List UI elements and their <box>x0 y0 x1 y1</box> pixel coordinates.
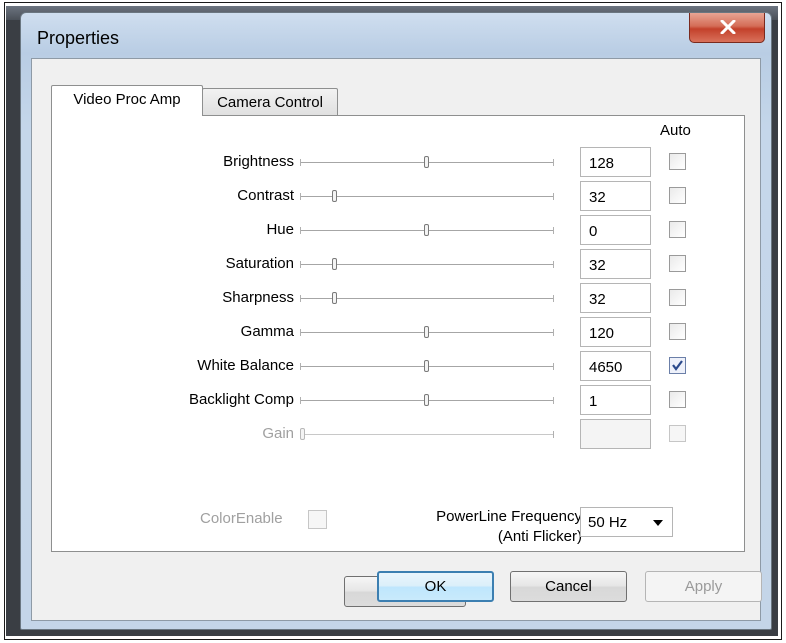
brightness-slider[interactable] <box>300 156 554 168</box>
window-title: Properties <box>37 28 120 48</box>
gain-label: Gain <box>262 425 294 442</box>
dialog-client-area: Video Proc Amp Camera Control Auto Brigh… <box>31 58 762 621</box>
white-balance-auto-checkbox[interactable] <box>669 357 686 374</box>
slider-tick <box>553 329 554 336</box>
hue-label: Hue <box>266 221 294 238</box>
backlight-comp-auto-checkbox[interactable] <box>669 391 686 408</box>
colorenable-label: ColorEnable <box>200 510 283 527</box>
slider-tick <box>553 261 554 268</box>
close-button[interactable] <box>689 13 765 43</box>
saturation-label: Saturation <box>225 255 294 272</box>
slider-tick <box>300 261 301 268</box>
checkmark-icon <box>672 360 683 371</box>
backlight-comp-label: Backlight Comp <box>188 391 294 408</box>
gamma-slider-thumb[interactable] <box>424 326 429 338</box>
gain-auto-checkbox[interactable] <box>669 425 686 442</box>
hue-value-field[interactable]: 0 <box>580 215 651 245</box>
slider-tick <box>553 363 554 370</box>
saturation-auto-checkbox[interactable] <box>669 255 686 272</box>
brightness-auto-checkbox[interactable] <box>669 153 686 170</box>
gain-slider[interactable] <box>300 428 554 440</box>
ok-button[interactable]: OK <box>377 571 494 602</box>
slider-tick <box>553 193 554 200</box>
slider-tick <box>300 193 301 200</box>
backlight-comp-slider-thumb[interactable] <box>424 394 429 406</box>
slider-tick <box>553 159 554 166</box>
brightness-slider-thumb[interactable] <box>424 156 429 168</box>
sharpness-value-field[interactable]: 32 <box>580 283 651 313</box>
white-balance-label: White Balance <box>197 357 294 374</box>
slider-tick <box>553 295 554 302</box>
backlight-comp-slider[interactable] <box>300 394 554 406</box>
slider-tick <box>300 295 301 302</box>
saturation-slider-thumb[interactable] <box>332 258 337 270</box>
brightness-value-field[interactable]: 128 <box>580 147 651 177</box>
contrast-slider-thumb[interactable] <box>332 190 337 202</box>
sharpness-auto-checkbox[interactable] <box>669 289 686 306</box>
slider-tick <box>300 329 301 336</box>
slider-tick <box>300 227 301 234</box>
auto-column-header: Auto <box>660 122 691 139</box>
gamma-label: Gamma <box>240 323 294 340</box>
powerline-label-line2: (Anti Flicker) <box>497 528 582 545</box>
powerline-frequency-select[interactable]: 50 Hz <box>580 507 673 537</box>
hue-slider[interactable] <box>300 224 554 236</box>
cancel-button[interactable]: Cancel <box>510 571 627 602</box>
powerline-frequency-label: PowerLine Frequency (Anti Flicker) <box>436 507 582 547</box>
properties-dialog: Properties Video Proc Amp Camera Control… <box>20 12 772 630</box>
white-balance-value-field[interactable]: 4650 <box>580 351 651 381</box>
saturation-slider[interactable] <box>300 258 554 270</box>
gain-slider-thumb[interactable] <box>300 428 305 440</box>
contrast-slider[interactable] <box>300 190 554 202</box>
sharpness-label: Sharpness <box>222 289 294 306</box>
gamma-value-field[interactable]: 120 <box>580 317 651 347</box>
tab-camera-control[interactable]: Camera Control <box>202 88 338 116</box>
colorenable-checkbox[interactable] <box>308 510 327 529</box>
video-proc-amp-panel: Auto Brightness 128 Contrast 32 Hue 0 Saturati… <box>51 115 745 607</box>
brightness-label: Brightness <box>223 153 294 170</box>
contrast-label: Contrast <box>237 187 294 204</box>
hue-auto-checkbox[interactable] <box>669 221 686 238</box>
white-balance-slider-thumb[interactable] <box>424 360 429 372</box>
dropdown-arrow-icon <box>653 520 663 526</box>
contrast-value-field[interactable]: 32 <box>580 181 651 211</box>
gamma-auto-checkbox[interactable] <box>669 323 686 340</box>
sharpness-slider-thumb[interactable] <box>332 292 337 304</box>
slider-tick <box>553 397 554 404</box>
slider-tick <box>553 431 554 438</box>
hue-slider-thumb[interactable] <box>424 224 429 236</box>
close-icon <box>720 20 736 34</box>
slider-tick <box>300 159 301 166</box>
white-balance-slider[interactable] <box>300 360 554 372</box>
backlight-comp-value-field[interactable]: 1 <box>580 385 651 415</box>
slider-tick <box>553 227 554 234</box>
powerline-selected-value: 50 Hz <box>588 514 628 531</box>
gain-value-field[interactable] <box>580 419 651 449</box>
apply-button[interactable]: Apply <box>645 571 762 602</box>
slider-tick <box>300 363 301 370</box>
sharpness-slider[interactable] <box>300 292 554 304</box>
powerline-label-line1: PowerLine Frequency <box>436 508 582 525</box>
contrast-auto-checkbox[interactable] <box>669 187 686 204</box>
gamma-slider[interactable] <box>300 326 554 338</box>
tab-video-proc-amp[interactable]: Video Proc Amp <box>51 85 203 116</box>
saturation-value-field[interactable]: 32 <box>580 249 651 279</box>
slider-tick <box>300 397 301 404</box>
